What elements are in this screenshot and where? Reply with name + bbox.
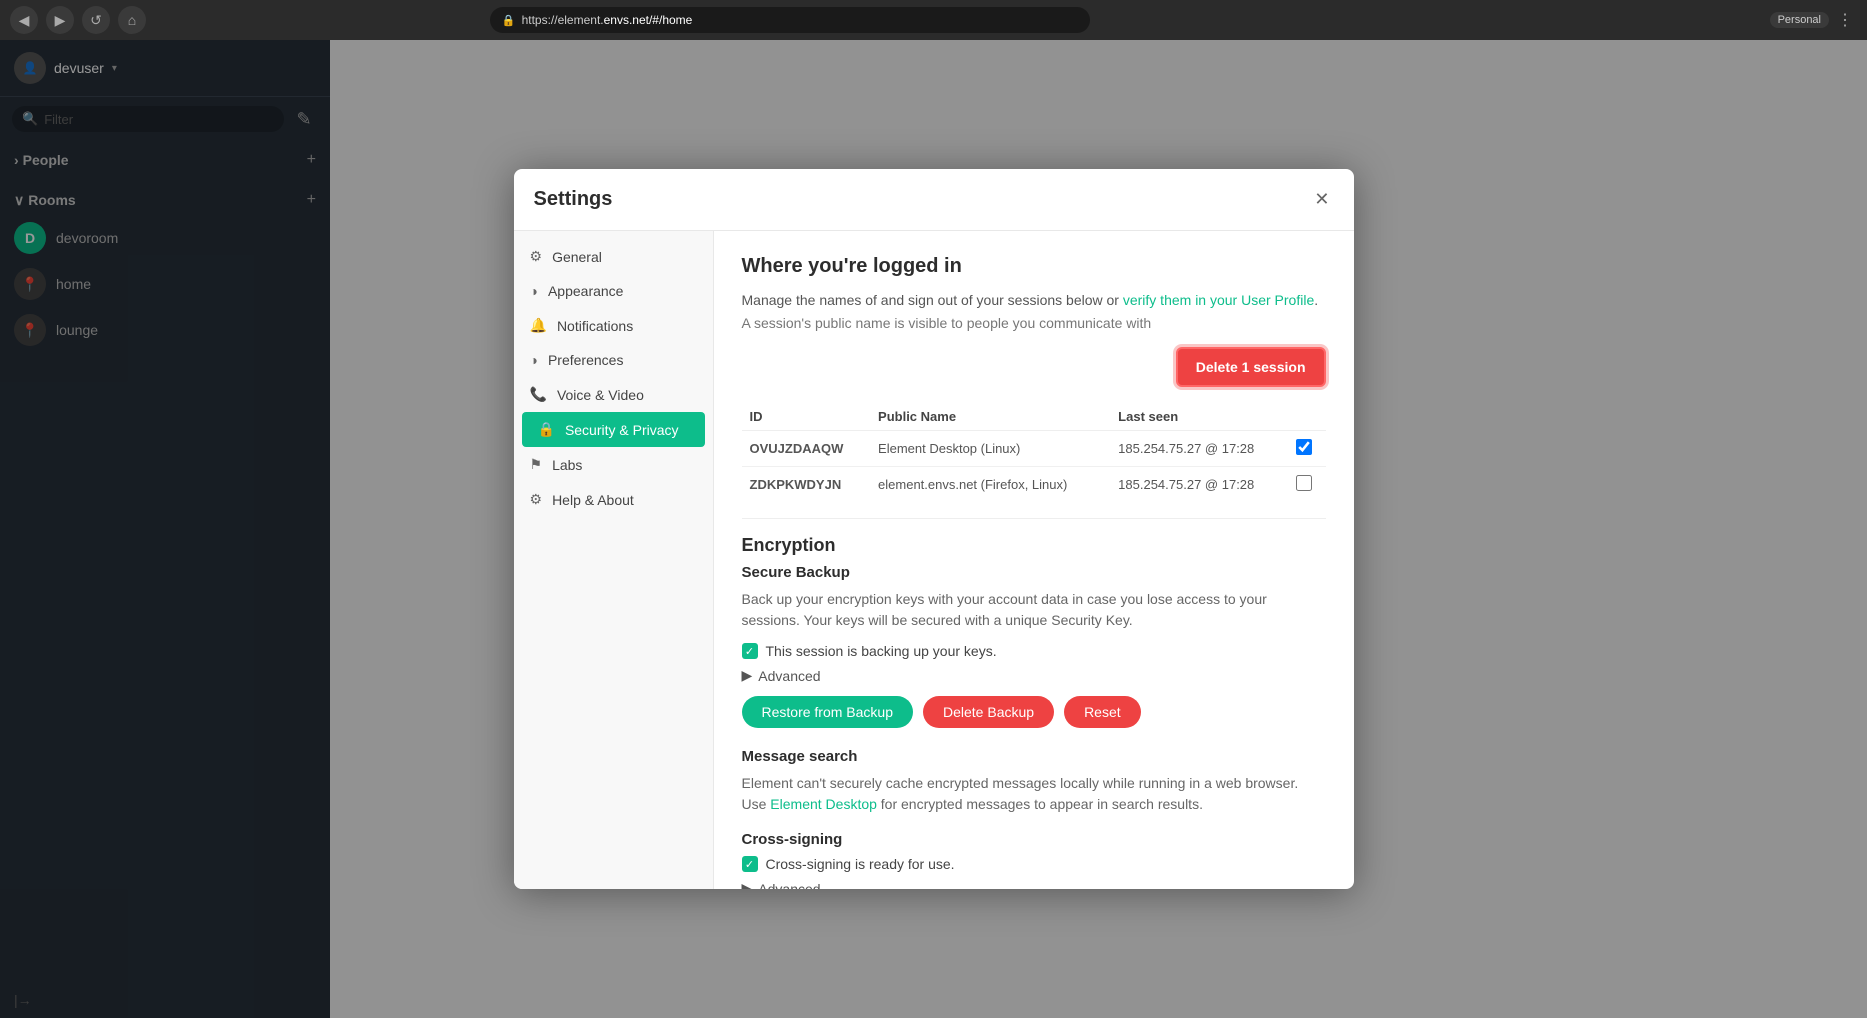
- forward-button[interactable]: ▶: [46, 6, 74, 34]
- backup-btn-group: Restore from Backup Delete Backup Reset: [742, 696, 1326, 728]
- sessions-table: ID Public Name Last seen OVUJZDAAQW Elem…: [742, 403, 1326, 502]
- cross-signing-ready-text: Cross-signing is ready for use.: [766, 856, 955, 872]
- delete-session-button[interactable]: Delete 1 session: [1176, 347, 1326, 387]
- session-backing-up-text: This session is backing up your keys.: [766, 643, 997, 659]
- browser-chrome: ◀ ▶ ↺ ⌂ 🔒 https://element.envs.net/#/hom…: [0, 0, 1867, 40]
- cross-signing-title: Cross-signing: [742, 831, 1326, 848]
- message-search-desc: Element can't securely cache encrypted m…: [742, 773, 1326, 815]
- appearance-icon: ◑: [530, 283, 538, 299]
- cross-signing-ready-row: ✓ Cross-signing is ready for use.: [742, 856, 1326, 872]
- th-id: ID: [742, 403, 871, 431]
- session-public-name-2: element.envs.net (Firefox, Linux): [870, 467, 1110, 503]
- session-last-seen-1: 185.254.75.27 @ 17:28: [1110, 431, 1288, 467]
- nav-item-labs[interactable]: ⚑ Labs: [514, 447, 713, 482]
- settings-modal: Settings ✕ ⚙ General ◑ Appearance 🔔 Noti…: [514, 169, 1354, 889]
- labs-icon: ⚑: [530, 456, 543, 473]
- general-icon: ⚙: [530, 248, 543, 265]
- verify-profile-link[interactable]: verify them in your User Profile: [1123, 292, 1314, 308]
- element-desktop-link[interactable]: Element Desktop: [770, 796, 877, 812]
- settings-body: ⚙ General ◑ Appearance 🔔 Notifications ◑…: [514, 231, 1354, 889]
- reset-backup-button[interactable]: Reset: [1064, 696, 1141, 728]
- advanced-toggle-1[interactable]: ▶ Advanced: [742, 667, 1326, 684]
- session-public-name-1: Element Desktop (Linux): [870, 431, 1110, 467]
- reload-button[interactable]: ↺: [82, 6, 110, 34]
- cross-signing-checkbox-icon: ✓: [742, 856, 758, 872]
- nav-item-notifications[interactable]: 🔔 Notifications: [514, 308, 713, 343]
- browser-right-icons: Personal ⋮: [1770, 10, 1857, 30]
- nav-item-preferences[interactable]: ◑ Preferences: [514, 343, 713, 377]
- nav-label-voice-video: Voice & Video: [557, 387, 644, 403]
- divider-1: [742, 518, 1326, 519]
- settings-modal-header: Settings ✕: [514, 169, 1354, 231]
- voice-video-icon: 📞: [530, 386, 547, 403]
- profile-pill[interactable]: Personal: [1770, 12, 1829, 28]
- session-checkbox-2-cell[interactable]: [1288, 467, 1325, 503]
- nav-label-appearance: Appearance: [548, 283, 624, 299]
- advanced-toggle-2[interactable]: ▶ Advanced: [742, 880, 1326, 889]
- th-last-seen: Last seen: [1110, 403, 1288, 431]
- message-search-title: Message search: [742, 748, 1326, 765]
- th-select: [1288, 403, 1325, 431]
- advanced-arrow-1: ▶: [742, 667, 753, 684]
- table-row: OVUJZDAAQW Element Desktop (Linux) 185.2…: [742, 431, 1326, 467]
- nav-item-appearance[interactable]: ◑ Appearance: [514, 274, 713, 308]
- delete-backup-button[interactable]: Delete Backup: [923, 696, 1054, 728]
- back-button[interactable]: ◀: [10, 6, 38, 34]
- nav-label-preferences: Preferences: [548, 352, 623, 368]
- advanced-arrow-2: ▶: [742, 880, 753, 889]
- url-bar[interactable]: 🔒 https://element.envs.net/#/home: [490, 7, 1090, 33]
- nav-item-voice-video[interactable]: 📞 Voice & Video: [514, 377, 713, 412]
- session-checkbox-1[interactable]: [1296, 439, 1312, 455]
- preferences-icon: ◑: [530, 352, 538, 368]
- session-checkbox-1-cell[interactable]: [1288, 431, 1325, 467]
- restore-backup-button[interactable]: Restore from Backup: [742, 696, 914, 728]
- home-button[interactable]: ⌂: [118, 6, 146, 34]
- settings-nav: ⚙ General ◑ Appearance 🔔 Notifications ◑…: [514, 231, 714, 889]
- session-backing-up-row: ✓ This session is backing up your keys.: [742, 643, 1326, 659]
- secure-backup-title: Secure Backup: [742, 564, 1326, 581]
- nav-label-notifications: Notifications: [557, 318, 633, 334]
- encryption-title: Encryption: [742, 535, 1326, 556]
- modal-overlay[interactable]: Settings ✕ ⚙ General ◑ Appearance 🔔 Noti…: [0, 40, 1867, 1018]
- nav-label-help-about: Help & About: [552, 492, 634, 508]
- nav-label-labs: Labs: [552, 457, 582, 473]
- secure-backup-desc: Back up your encryption keys with your a…: [742, 589, 1326, 631]
- backing-up-checkbox-icon: ✓: [742, 643, 758, 659]
- session-checkbox-2[interactable]: [1296, 475, 1312, 491]
- url-text: https://element.envs.net/#/home: [522, 13, 693, 27]
- security-icon: 🔒: [538, 421, 555, 438]
- logged-in-title: Where you're logged in: [742, 255, 1326, 278]
- help-icon: ⚙: [530, 491, 543, 508]
- settings-content: Where you're logged in Manage the names …: [714, 231, 1354, 889]
- delete-session-wrap: Delete 1 session: [742, 347, 1326, 387]
- nav-label-security-privacy: Security & Privacy: [565, 422, 679, 438]
- profile-label: Personal: [1778, 14, 1821, 26]
- modal-close-button[interactable]: ✕: [1310, 185, 1333, 214]
- nav-label-general: General: [552, 249, 602, 265]
- session-last-seen-2: 185.254.75.27 @ 17:28: [1110, 467, 1288, 503]
- nav-item-general[interactable]: ⚙ General: [514, 239, 713, 274]
- table-row: ZDKPKWDYJN element.envs.net (Firefox, Li…: [742, 467, 1326, 503]
- notifications-icon: 🔔: [530, 317, 547, 334]
- session-id-1: OVUJZDAAQW: [742, 431, 871, 467]
- advanced-label-1: Advanced: [758, 668, 820, 684]
- advanced-label-2: Advanced: [758, 881, 820, 890]
- logged-in-desc: Manage the names of and sign out of your…: [742, 290, 1326, 311]
- th-public-name: Public Name: [870, 403, 1110, 431]
- nav-item-security-privacy[interactable]: 🔒 Security & Privacy: [522, 412, 705, 447]
- settings-title: Settings: [534, 188, 613, 211]
- nav-item-help-about[interactable]: ⚙ Help & About: [514, 482, 713, 517]
- session-public-name-note: A session's public name is visible to pe…: [742, 315, 1326, 331]
- session-id-2: ZDKPKWDYJN: [742, 467, 871, 503]
